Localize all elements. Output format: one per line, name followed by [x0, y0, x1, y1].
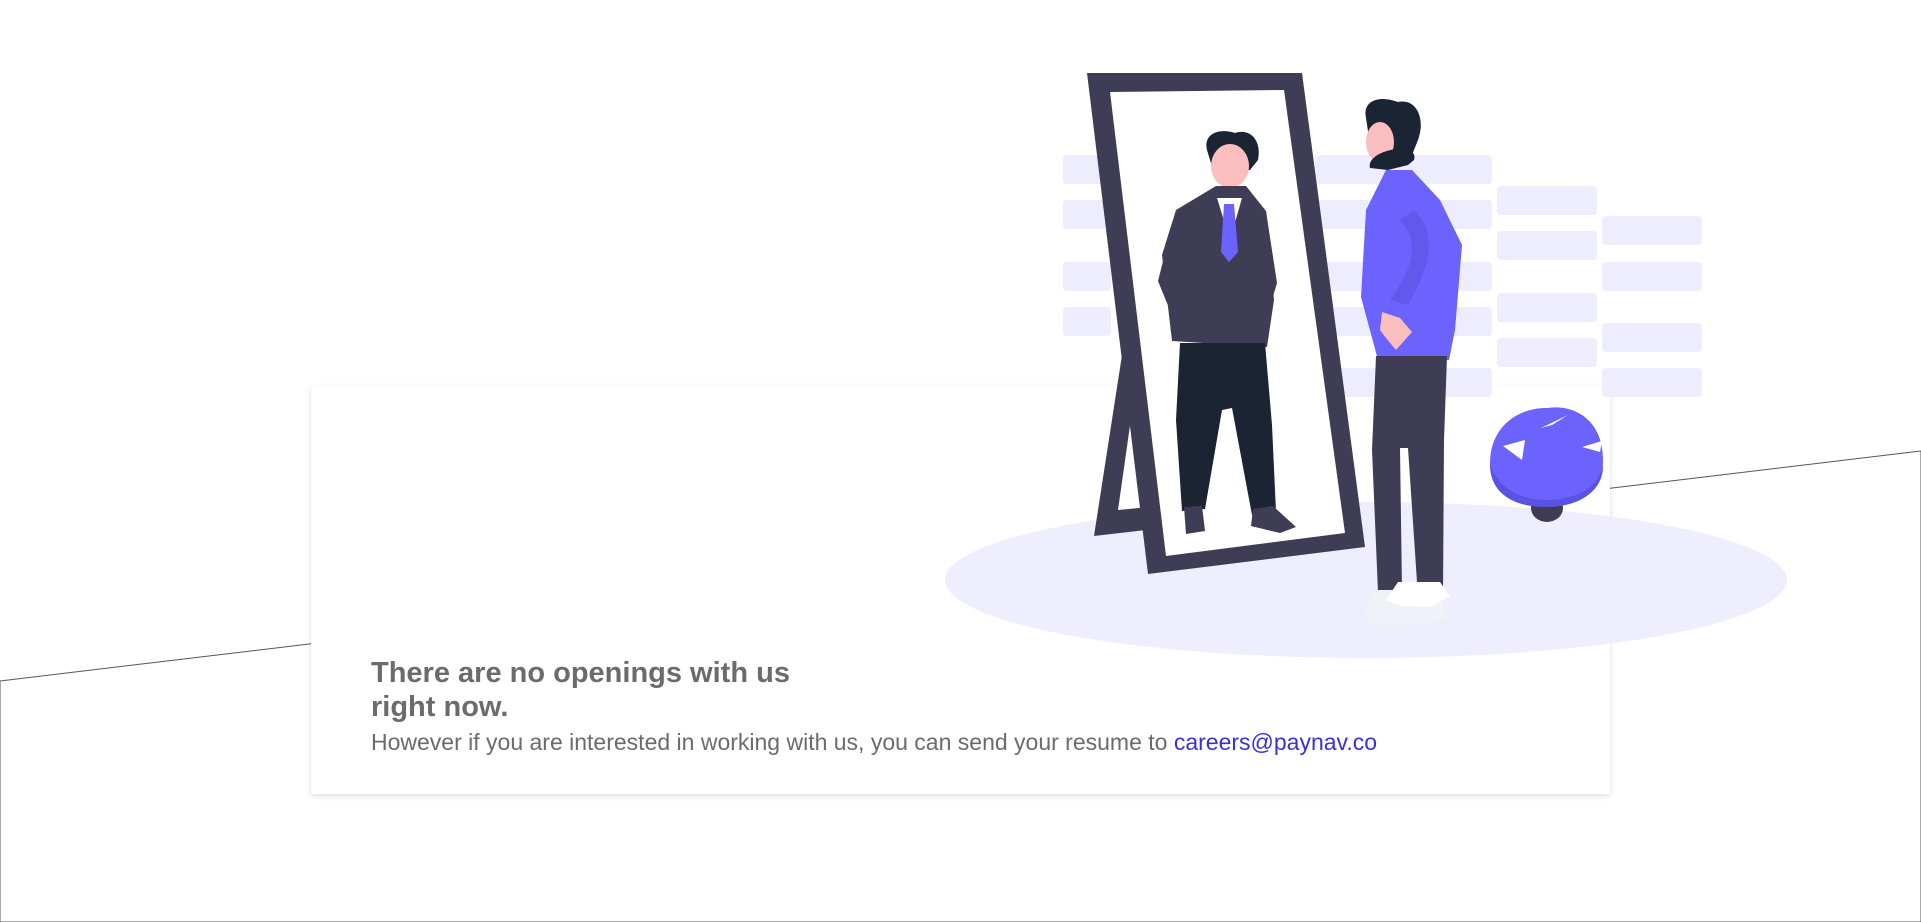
ground-shadow	[945, 502, 1787, 658]
resume-instructions: However if you are interested in working…	[371, 728, 1571, 756]
plant	[1490, 407, 1604, 522]
mirror-illustration	[945, 73, 1787, 658]
careers-email-link[interactable]: careers@paynav.co	[1174, 729, 1377, 755]
resume-instructions-text: However if you are interested in working…	[371, 729, 1174, 755]
message-block: There are no openings with us right now.…	[371, 656, 1571, 756]
careers-page: There are no openings with us right now.…	[0, 0, 1921, 922]
no-openings-headline: There are no openings with us right now.	[371, 657, 790, 723]
